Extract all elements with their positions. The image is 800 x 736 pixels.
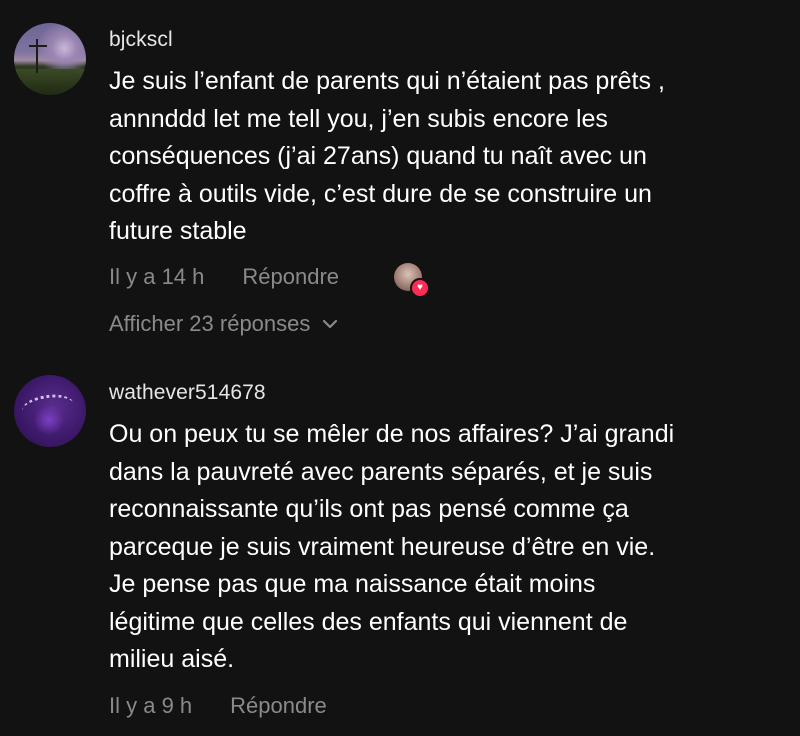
reply-button[interactable]: Répondre [230,693,327,719]
comment-text: Je suis l’enfant de parents qui n’étaien… [109,67,665,245]
view-replies-label: Afficher 23 réponses [109,311,311,336]
heart-icon: ♥ [410,278,430,298]
comment-meta: Il y a 14 h Répondre [109,264,339,290]
comment-username[interactable]: bjckscl [109,28,173,52]
view-replies-button[interactable]: Afficher 23 réponses [109,311,338,337]
avatar[interactable] [14,375,86,447]
chevron-down-icon [323,319,338,329]
comment-timestamp: Il y a 14 h [109,264,205,289]
reply-button[interactable]: Répondre [242,264,339,290]
comment-timestamp: Il y a 9 h [109,693,193,718]
comment-text: Ou on peux tu se mêler de nos affaires? … [109,420,675,673]
comment-username[interactable]: wathever514678 [109,381,266,405]
comment-meta: Il y a 9 h Répondre [109,693,327,719]
avatar[interactable] [14,23,86,95]
